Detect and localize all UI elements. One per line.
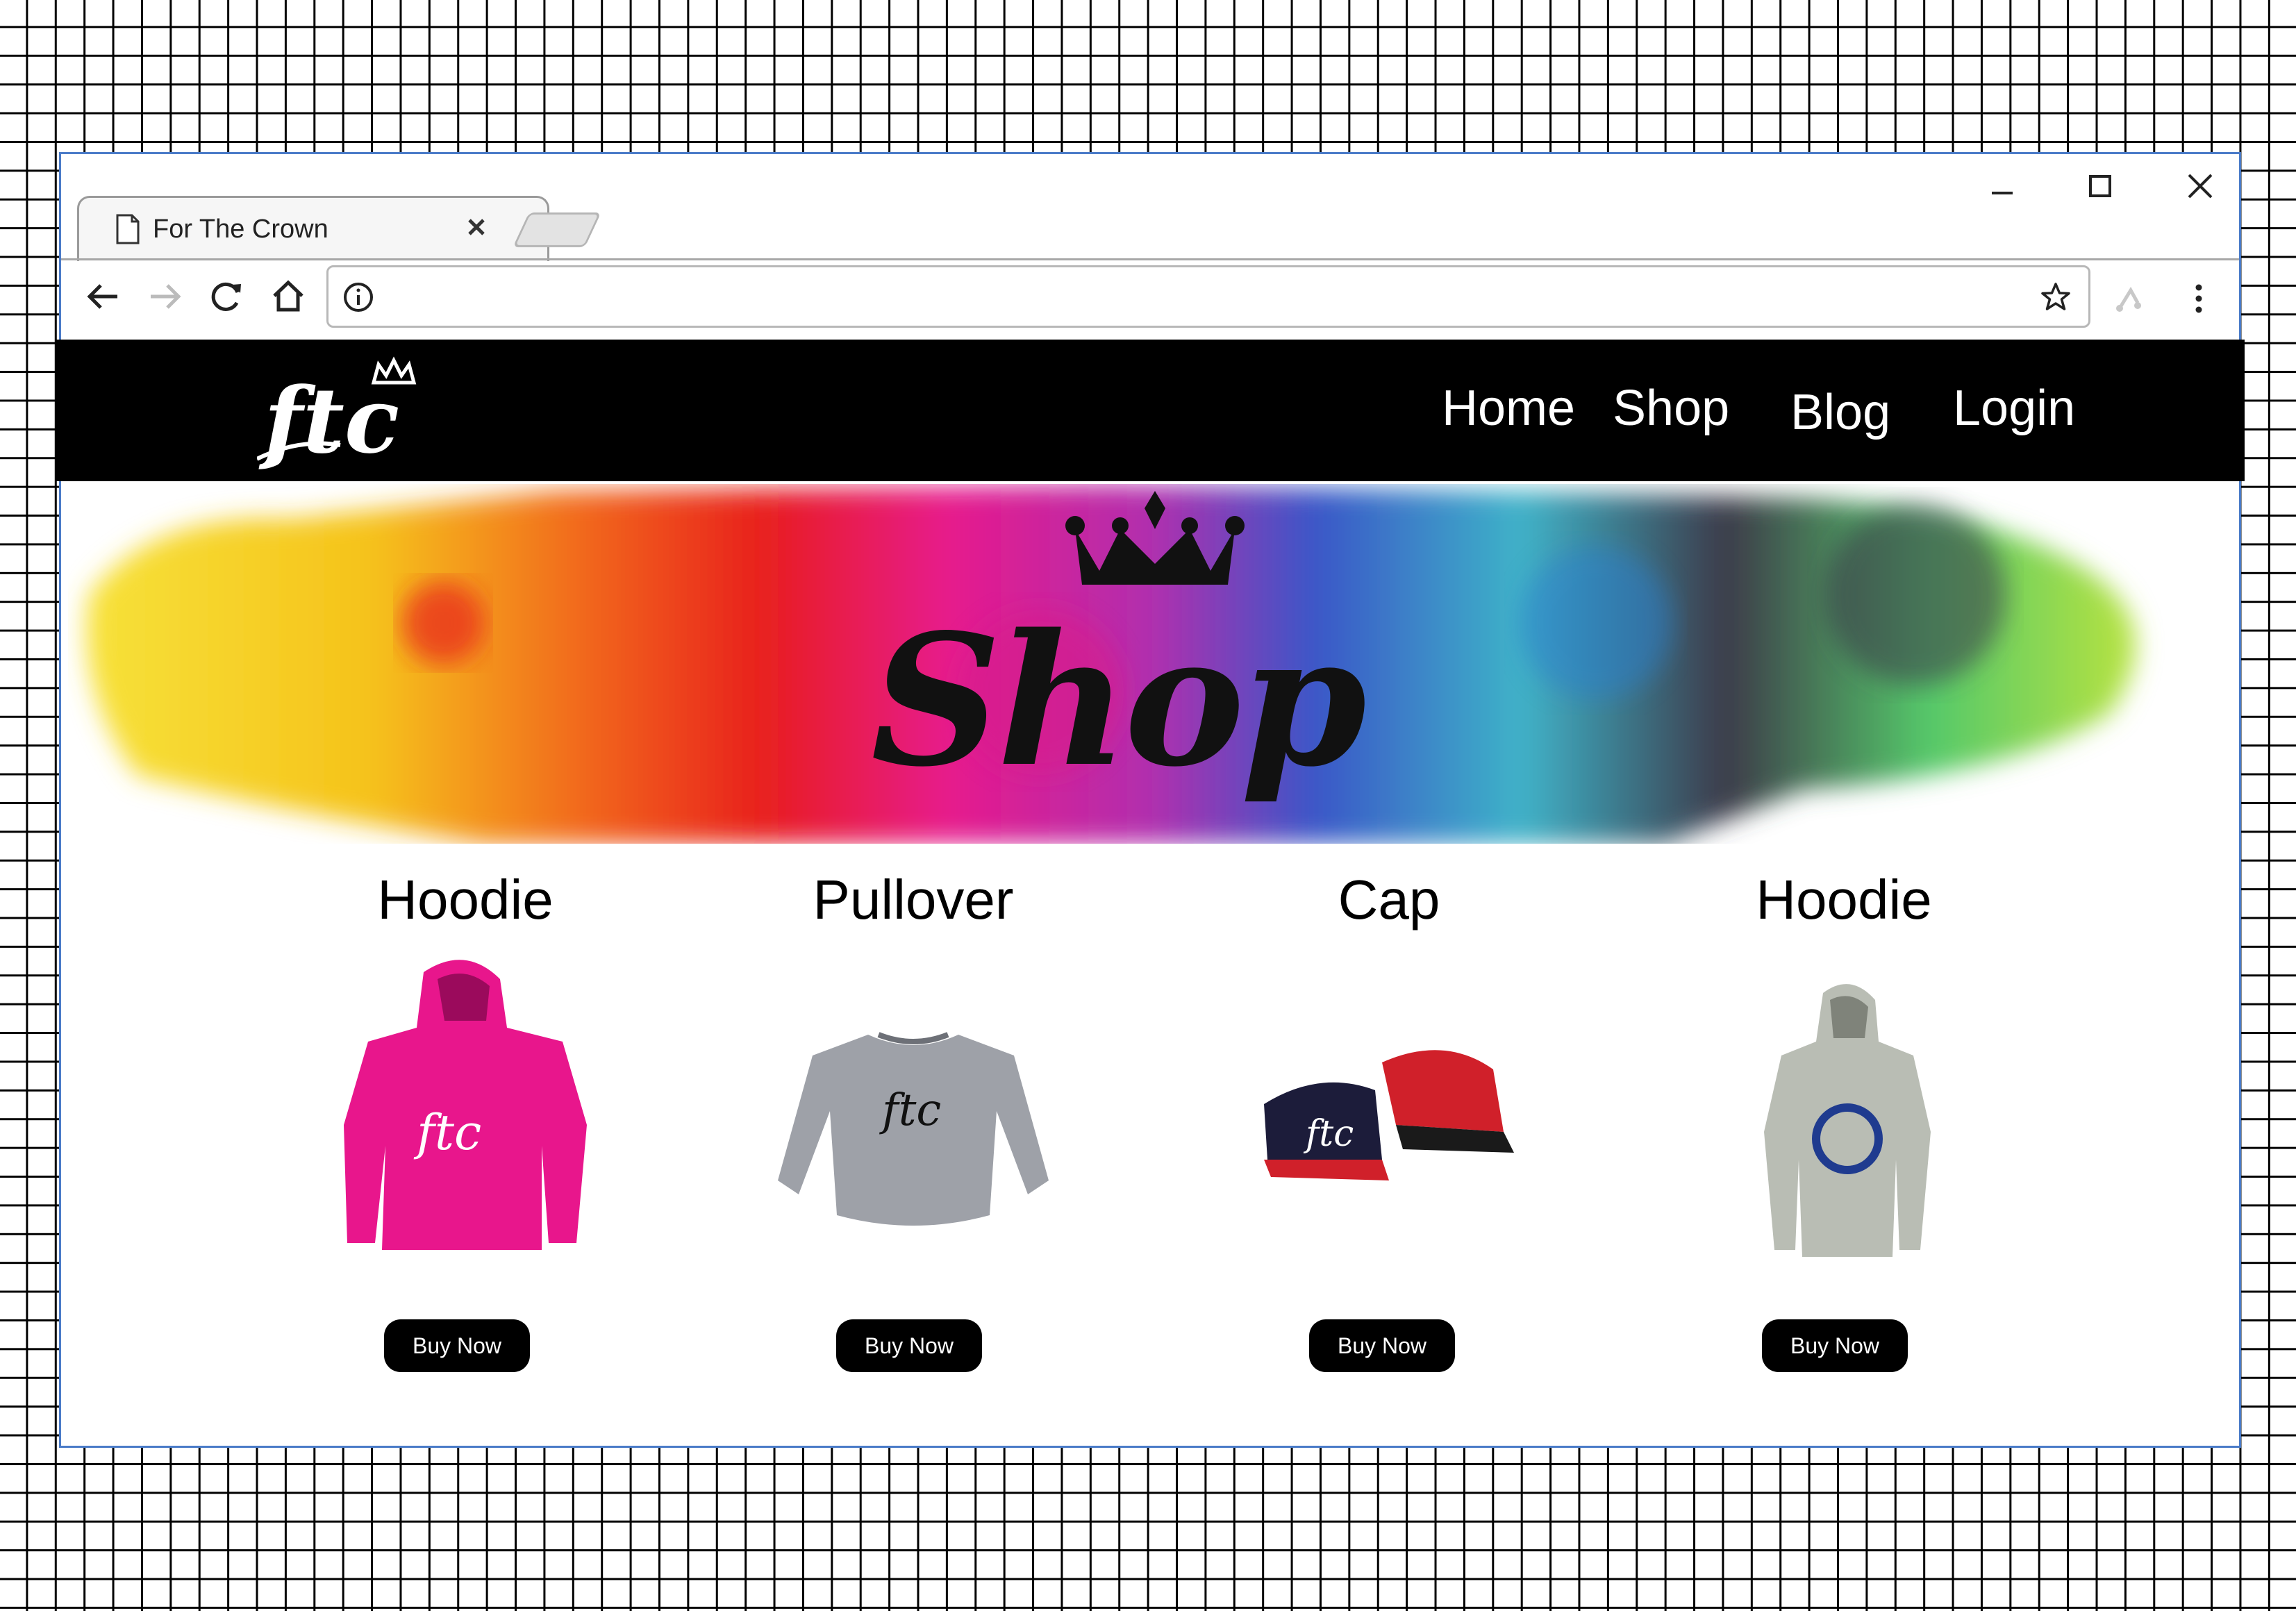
caps-image[interactable]: ftc (1243, 951, 1535, 1264)
tab-title: For The Crown (153, 215, 328, 244)
buy-now-button[interactable]: Buy Now (836, 1319, 982, 1372)
nav-login[interactable]: Login (1953, 380, 2075, 437)
ftc-crown-logo[interactable]: ftc (257, 355, 444, 469)
gray-pullover-image[interactable]: ftc (767, 951, 1059, 1264)
hero-banner: Shop (68, 484, 2172, 844)
nav-shop[interactable]: Shop (1613, 380, 1729, 437)
buy-now-button[interactable]: Buy Now (1762, 1319, 1908, 1372)
toolbar-divider (61, 258, 2239, 260)
nav-blog[interactable]: Blog (1790, 384, 1890, 441)
extension-icon[interactable] (2110, 278, 2152, 319)
product-name: Cap (1338, 869, 1440, 930)
gray-hoodie-image[interactable] (1698, 951, 1990, 1264)
product-name: Pullover (813, 869, 1014, 930)
address-bar[interactable] (326, 265, 2090, 328)
minimize-icon[interactable] (1967, 161, 2036, 210)
reload-icon[interactable] (202, 272, 251, 321)
page-icon (116, 214, 140, 244)
tab-for-the-crown[interactable]: For The Crown (77, 196, 549, 261)
product-card: Cap ftc Buy Now (1243, 868, 1535, 1382)
star-icon[interactable] (2038, 280, 2073, 315)
close-icon[interactable] (2165, 161, 2235, 210)
hero-title: Shop (870, 595, 1367, 807)
pink-hoodie-image[interactable]: ftc (319, 951, 611, 1264)
product-card: Pullover ftc Buy Now (767, 868, 1059, 1382)
info-icon[interactable] (342, 281, 374, 313)
buy-now-button[interactable]: Buy Now (1309, 1319, 1455, 1372)
maximize-icon[interactable] (2065, 161, 2135, 210)
back-arrow-icon[interactable] (78, 272, 127, 321)
tab-close-icon[interactable] (463, 213, 490, 241)
product-name: Hoodie (1756, 869, 1932, 930)
nav-home[interactable]: Home (1442, 380, 1575, 437)
product-card: Hoodie Buy Now (1698, 868, 1990, 1382)
kebab-menu-icon[interactable] (2185, 278, 2213, 319)
home-icon[interactable] (264, 272, 313, 321)
svg-text:ftc: ftc (413, 1104, 481, 1161)
svg-text:ftc: ftc (879, 1085, 941, 1136)
new-tab-button[interactable] (513, 212, 601, 247)
svg-text:ftc: ftc (1303, 1113, 1354, 1155)
buy-now-button[interactable]: Buy Now (384, 1319, 530, 1372)
product-card: Hoodie ftc Buy Now (319, 868, 611, 1382)
crown-icon (1065, 491, 1245, 585)
product-name: Hoodie (377, 869, 554, 930)
site-navbar: ftc Home Shop Blog Login (56, 340, 2245, 481)
forward-arrow-icon[interactable] (141, 272, 190, 321)
